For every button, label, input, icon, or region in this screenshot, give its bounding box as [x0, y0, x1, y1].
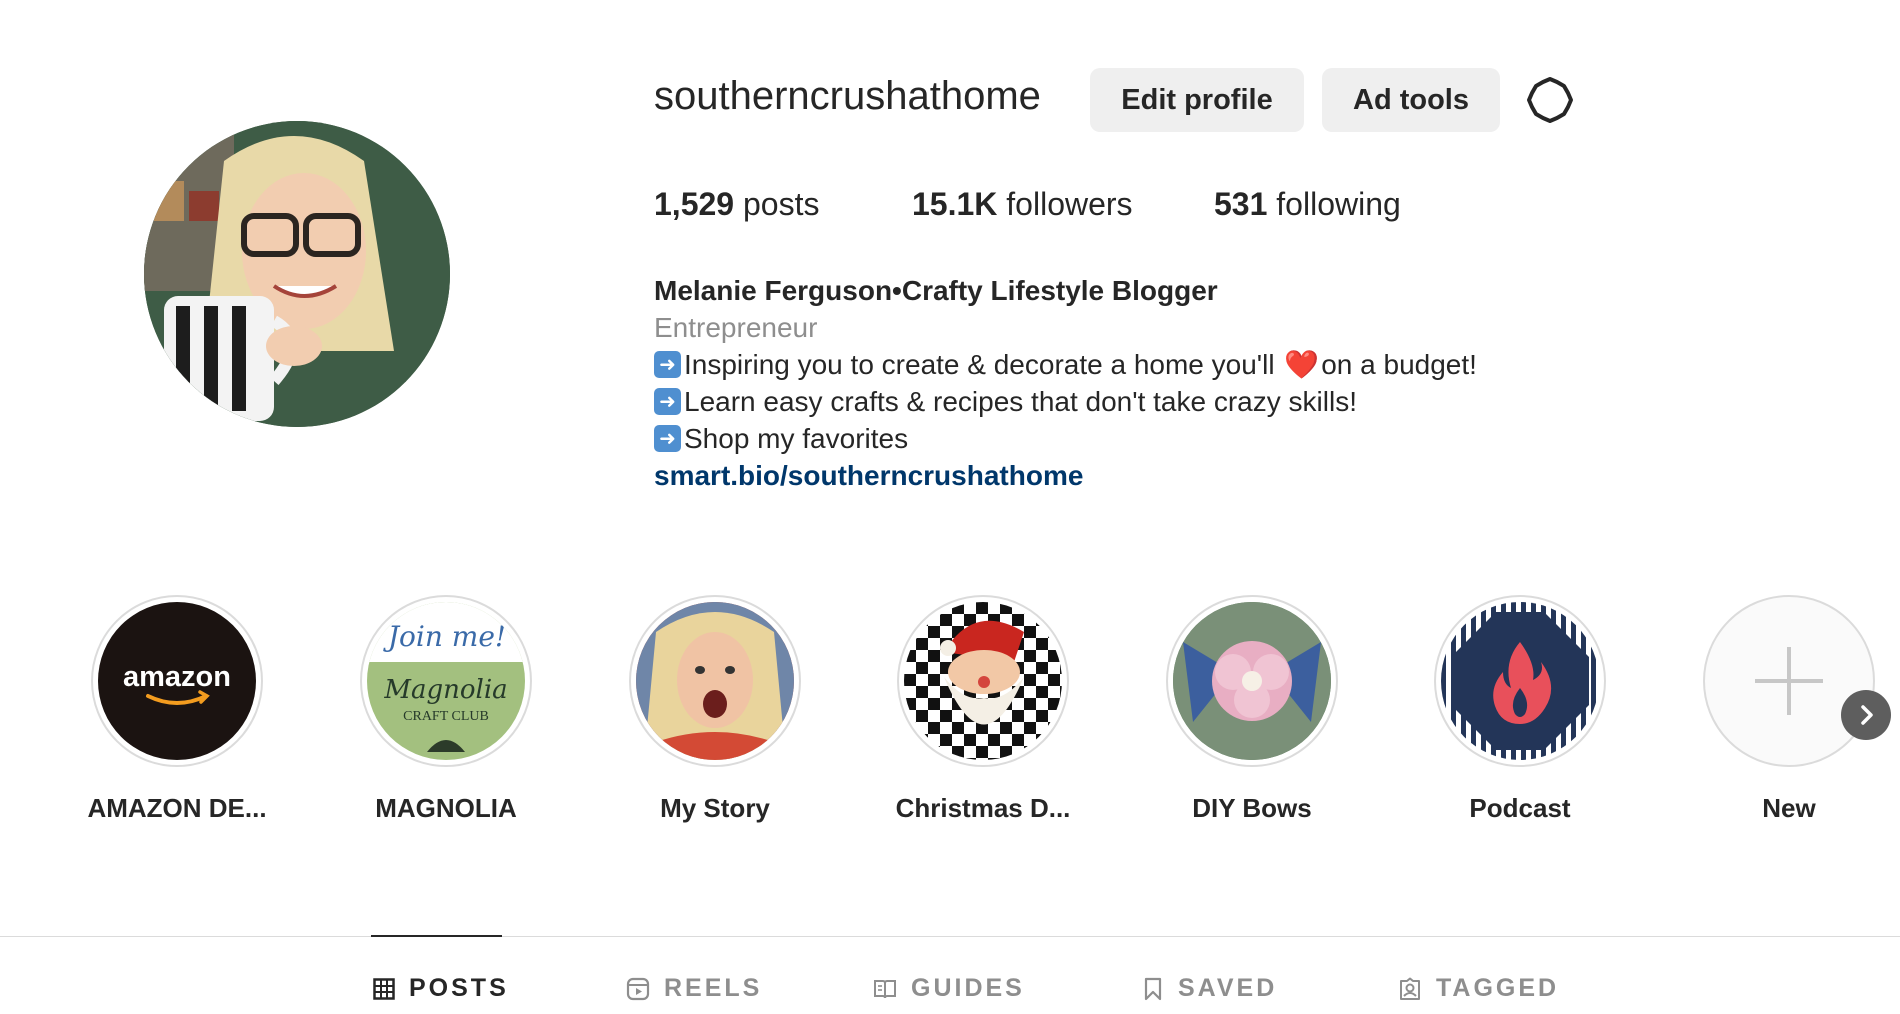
amazon-logo-icon: amazon: [98, 602, 256, 760]
highlight-ring: amazon: [91, 595, 263, 767]
right-arrow-icon: ➜: [654, 425, 681, 452]
highlight-label: AMAZON DE...: [87, 793, 267, 823]
following-count: 531: [1214, 186, 1268, 222]
magnolia-subtitle-text: CRAFT CLUB: [403, 709, 489, 724]
reels-icon: [626, 977, 650, 1000]
profile-avatar[interactable]: [144, 121, 450, 427]
highlights-next-button[interactable]: [1841, 690, 1891, 740]
tab-saved[interactable]: SAVED: [1142, 974, 1277, 1003]
profile-page: southerncrushathome Edit profile Ad tool…: [0, 0, 1900, 1014]
highlight-diy-bows[interactable]: DIY Bows: [1122, 595, 1382, 824]
flame-logo-icon: [1441, 602, 1599, 760]
right-arrow-icon: ➜: [654, 351, 681, 378]
ad-tools-button[interactable]: Ad tools: [1322, 68, 1500, 132]
bio-line-3: ➜ Shop my favorites: [654, 420, 1477, 457]
plus-icon: [1710, 602, 1868, 760]
highlight-ring: [1434, 595, 1606, 767]
highlight-label: DIY Bows: [1192, 793, 1312, 823]
highlight-label: New: [1762, 793, 1816, 823]
chevron-right-icon: [1861, 705, 1873, 725]
tab-reels[interactable]: REELS: [626, 974, 762, 1003]
tab-tagged[interactable]: TAGGED: [1398, 974, 1559, 1003]
guides-icon: [874, 979, 896, 998]
edit-profile-button[interactable]: Edit profile: [1090, 68, 1304, 132]
bio-line-3-text: Shop my favorites: [684, 423, 909, 454]
flower-bow-photo-icon: [1173, 602, 1331, 760]
followers-count: 15.1K: [912, 186, 998, 222]
settings-gear-icon[interactable]: [1526, 76, 1574, 124]
tab-label: GUIDES: [911, 974, 1025, 1002]
active-tab-indicator: [371, 935, 502, 937]
profile-username: southerncrushathome: [654, 74, 1041, 118]
highlight-ring: [629, 595, 801, 767]
bio-full-name: Melanie Ferguson•Crafty Lifestyle Blogge…: [654, 275, 1218, 306]
profile-bio: Melanie Ferguson•Crafty Lifestyle Blogge…: [654, 272, 1477, 494]
magnolia-title-text: Magnolia: [383, 675, 507, 705]
bookmark-icon: [1144, 977, 1162, 1000]
following-link[interactable]: 531 following: [1214, 186, 1401, 223]
highlight-amazon[interactable]: amazon AMAZON DE...: [47, 595, 307, 824]
highlight-my-story[interactable]: My Story: [585, 595, 845, 824]
bio-line-1-text-b: on a budget!: [1321, 349, 1477, 380]
highlight-label: MAGNOLIA: [375, 793, 517, 823]
posts-label: posts: [742, 186, 820, 222]
bio-line-2-text: Learn easy crafts & recipes that don't t…: [684, 386, 1357, 417]
heart-icon: ❤️: [1284, 349, 1320, 380]
bio-line-1-text-a: Inspiring you to create & decorate a hom…: [684, 349, 1283, 380]
avatar-photo: [144, 121, 450, 427]
tagged-user-icon: [1400, 977, 1420, 1000]
tab-label: SAVED: [1178, 974, 1278, 1002]
grid-icon: [373, 977, 395, 1000]
posts-count-stat: 1,529 posts: [654, 186, 819, 223]
highlight-christmas[interactable]: Christmas D...: [853, 595, 1113, 824]
followers-label: followers: [1006, 186, 1133, 222]
selfie-photo-icon: [636, 602, 794, 760]
highlight-label: My Story: [660, 793, 770, 823]
amazon-logo-text: amazon: [123, 661, 231, 693]
magnolia-join-text: Join me!: [383, 620, 506, 653]
highlight-podcast[interactable]: Podcast: [1390, 595, 1650, 824]
tab-guides[interactable]: GUIDES: [873, 974, 1025, 1003]
tab-label: REELS: [664, 974, 763, 1002]
highlight-ring: [1703, 595, 1875, 767]
highlight-magnolia[interactable]: Join me! Magnolia CRAFT CLUB MAGNOLIA: [316, 595, 576, 824]
tab-label: TAGGED: [1436, 974, 1560, 1002]
tab-label: POSTS: [409, 974, 509, 1002]
highlight-label: Christmas D...: [895, 793, 1071, 823]
highlight-ring: [897, 595, 1069, 767]
bio-line-2: ➜ Learn easy crafts & recipes that don't…: [654, 383, 1477, 420]
tabs-divider: [0, 936, 1900, 937]
highlight-ring: Join me! Magnolia CRAFT CLUB: [360, 595, 532, 767]
right-arrow-icon: ➜: [654, 388, 681, 415]
highlight-label: Podcast: [1469, 793, 1571, 823]
followers-link[interactable]: 15.1K followers: [912, 186, 1133, 223]
bio-category: Entrepreneur: [654, 312, 818, 343]
bio-line-1: ➜ Inspiring you to create & decorate a h…: [654, 346, 1477, 383]
highlight-ring: [1166, 595, 1338, 767]
tab-posts[interactable]: POSTS: [373, 974, 509, 1003]
following-label: following: [1276, 186, 1401, 222]
santa-illustration-icon: [904, 602, 1062, 760]
bio-website-link[interactable]: smart.bio/southerncrushathome: [654, 457, 1477, 494]
posts-count: 1,529: [654, 186, 735, 222]
magnolia-craft-club-logo-icon: Join me! Magnolia CRAFT CLUB: [367, 602, 525, 760]
